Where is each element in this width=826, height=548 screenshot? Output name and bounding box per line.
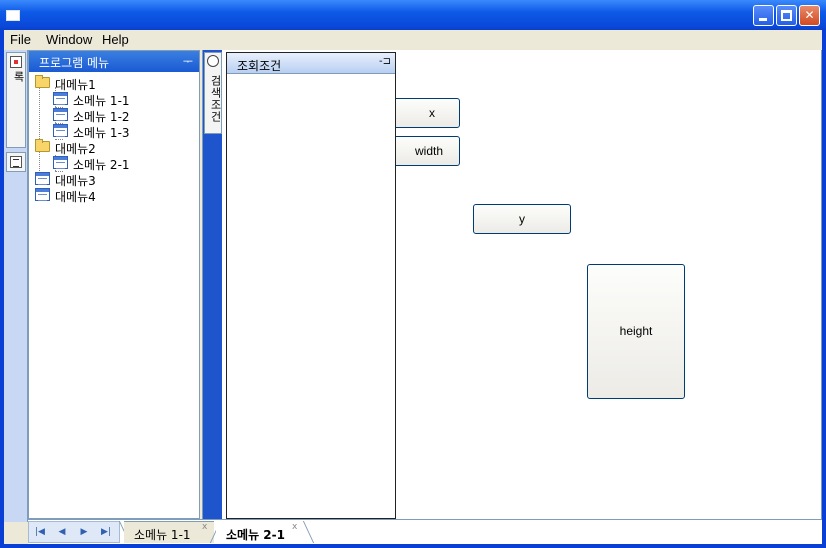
search-icon xyxy=(207,55,219,67)
grid-icon xyxy=(35,188,50,201)
next-tab-button[interactable]: ▶ xyxy=(77,525,91,539)
first-tab-button[interactable]: |◀ xyxy=(33,525,47,539)
folder-icon xyxy=(35,75,50,88)
tree-item-label: 대메뉴3 xyxy=(55,174,96,188)
tree-item-label: 소메뉴 1-1 xyxy=(73,94,130,108)
query-conditions-panel: 조회조건 -⊐ xyxy=(226,52,396,519)
search-tab-label: 검색조건 xyxy=(209,75,222,123)
x-button[interactable]: x xyxy=(392,98,460,128)
app-window: ✕ File Window Help 프로그램 목록 프로그램 메뉴 ᅮ xyxy=(0,0,826,548)
grid-icon xyxy=(53,108,68,121)
program-menu-title: 프로그램 메뉴 xyxy=(39,56,110,70)
grid-icon xyxy=(53,156,68,169)
title-bar[interactable]: ✕ xyxy=(0,0,826,30)
grid-icon xyxy=(35,172,50,185)
tree-item-label: 소메뉴 2-1 xyxy=(73,158,130,172)
tab-label: 소메뉴 2-1 xyxy=(226,528,285,542)
left-dock-strip: 프로그램 목록 xyxy=(4,50,41,522)
menu-help[interactable]: Help xyxy=(102,32,129,47)
unpin-icon[interactable]: -⊐ xyxy=(379,56,391,67)
tree-item-label: 소메뉴 1-3 xyxy=(73,126,130,140)
document-icon xyxy=(10,156,22,168)
pin-icon[interactable]: ᅮ xyxy=(183,53,193,69)
search-conditions-dock-tab[interactable]: 검색조건 xyxy=(204,52,222,134)
search-dock-strip: 검색조건 xyxy=(202,50,222,519)
program-menu-header: 프로그램 메뉴 ᅮ xyxy=(29,51,199,72)
tree-item-label: 대메뉴1 xyxy=(55,78,96,92)
tree-item-label: 소메뉴 1-2 xyxy=(73,110,130,124)
tab-sub-menu-2-1[interactable]: 소메뉴 2-1 x xyxy=(216,521,308,543)
program-menu-panel: 프로그램 메뉴 ᅮ 대메뉴1 소메뉴 1-1 소메뉴 1-2 소메뉴 1-3 대… xyxy=(28,50,200,519)
tab-close-icon[interactable]: x xyxy=(202,522,207,532)
minimize-button[interactable] xyxy=(753,5,774,26)
tab-close-icon[interactable]: x xyxy=(292,522,297,532)
last-tab-button[interactable]: ▶| xyxy=(99,525,113,539)
tab-label: 소메뉴 1-1 xyxy=(134,528,191,542)
menu-window[interactable]: Window xyxy=(46,32,92,47)
width-button[interactable]: width xyxy=(392,136,460,166)
maximize-button[interactable] xyxy=(776,5,797,26)
tree-item-label: 대메뉴4 xyxy=(55,190,96,204)
app-icon xyxy=(6,10,20,21)
query-conditions-title: 조회조건 xyxy=(237,59,282,73)
tree-line xyxy=(39,85,40,185)
menu-file[interactable]: File xyxy=(10,32,31,47)
menu-file-label: File xyxy=(10,32,31,47)
tab-nav-group: |◀ ◀ ▶ ▶| xyxy=(28,521,120,543)
minimize-icon xyxy=(759,18,767,21)
document-tab-bar: |◀ ◀ ▶ ▶| 소메뉴 1-1 x 소메뉴 2-1 x xyxy=(28,519,822,544)
program-menu-dock-tab[interactable]: 프로그램 목록 xyxy=(6,52,41,148)
tree-item-label: 대메뉴2 xyxy=(55,142,96,156)
query-conditions-header: 조회조건 -⊐ xyxy=(227,53,395,74)
y-button[interactable]: y xyxy=(473,204,571,234)
prev-tab-button[interactable]: ◀ xyxy=(55,525,69,539)
grid-icon xyxy=(53,124,68,137)
maximize-icon xyxy=(781,10,792,21)
program-menu-icon xyxy=(10,56,22,68)
tab-sub-menu-1-1[interactable]: 소메뉴 1-1 x xyxy=(124,521,214,543)
document-dock-tab[interactable] xyxy=(6,152,26,172)
client-area: File Window Help 프로그램 목록 프로그램 메뉴 ᅮ xyxy=(4,30,822,544)
menu-window-label: Window xyxy=(46,32,93,47)
close-button[interactable]: ✕ xyxy=(799,5,820,26)
menu-help-label: Help xyxy=(102,32,129,47)
grid-icon xyxy=(53,92,68,105)
height-button[interactable]: height xyxy=(587,264,685,399)
folder-icon xyxy=(35,139,50,152)
close-icon: ✕ xyxy=(804,8,815,22)
menu-bar: File Window Help xyxy=(4,30,822,50)
